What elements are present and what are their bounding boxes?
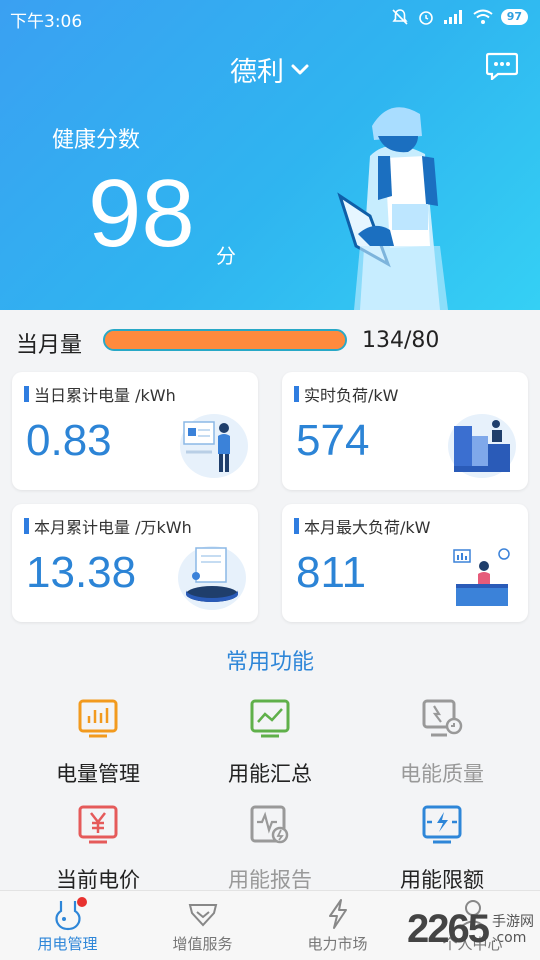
func-current-price[interactable]: 当前电价 xyxy=(8,804,188,894)
func-energy-report[interactable]: 用能报告 xyxy=(180,804,360,894)
status-icons: 97 xyxy=(391,8,528,26)
tab-power-market[interactable]: 电力市场 xyxy=(270,897,405,954)
desk-illustration xyxy=(453,548,510,606)
card-value: 574 xyxy=(296,416,370,465)
functions-title: 常用功能 xyxy=(225,650,314,675)
message-icon[interactable] xyxy=(486,52,518,80)
card-title: 当日累计电量 /kWh xyxy=(34,386,176,405)
card-title: 本月累计电量 /万kWh xyxy=(34,518,192,537)
hero-banner: 下午3:06 97 德利 健康分数 98 分 xyxy=(0,0,540,310)
monitor-icon xyxy=(422,699,463,737)
alarm-icon xyxy=(418,11,433,25)
card-title: 实时负荷/kW xyxy=(304,386,399,405)
health-score-value: 98 xyxy=(88,160,195,267)
presentation-illustration xyxy=(180,414,248,478)
tab-label: 增值服务 xyxy=(172,935,233,953)
mute-icon xyxy=(392,9,408,25)
worker-illustration xyxy=(337,107,448,310)
report-icon xyxy=(250,805,289,844)
lightning-icon xyxy=(328,899,347,929)
tab-electricity-management[interactable]: 用电管理 xyxy=(0,897,135,954)
yen-icon xyxy=(78,805,118,844)
month-usage-progress-fill xyxy=(105,331,345,349)
bolt-limit-icon xyxy=(422,805,462,844)
func-energy-summary[interactable]: 用能汇总 xyxy=(180,698,360,788)
card-value: 0.83 xyxy=(26,416,112,465)
func-label: 电能质量 xyxy=(400,762,484,786)
watermark-line2: .com xyxy=(492,929,527,946)
card-monthly-max-load[interactable]: 本月最大负荷/kW 811 xyxy=(282,504,528,622)
wifi-icon xyxy=(473,9,493,24)
diamond-icon xyxy=(188,904,217,927)
month-usage-label: 当月量 xyxy=(16,333,83,358)
month-usage-progress xyxy=(103,329,347,351)
card-monthly-energy[interactable]: 本月累计电量 /万kWh 13.38 xyxy=(12,504,258,622)
notification-dot xyxy=(76,897,87,907)
signal-icon xyxy=(443,10,462,24)
status-bar: 下午3:06 97 xyxy=(0,0,540,36)
health-score-unit: 分 xyxy=(216,244,236,268)
server-illustration xyxy=(448,414,516,478)
watermark-line1: 手游网 xyxy=(492,913,534,930)
func-label: 用能汇总 xyxy=(228,762,312,786)
health-score-label: 健康分数 xyxy=(52,128,141,153)
tab-label: 电力市场 xyxy=(307,935,368,953)
watermark: 2265 手游网 .com xyxy=(407,907,534,952)
func-energy-management[interactable]: 电量管理 xyxy=(8,698,188,788)
card-value: 13.38 xyxy=(26,548,137,597)
card-value: 811 xyxy=(296,548,367,597)
bar-chart-icon xyxy=(78,699,118,738)
card-title: 本月最大负荷/kW xyxy=(304,518,431,537)
card-realtime-load[interactable]: 实时负荷/kW 574 xyxy=(282,372,528,490)
watermark-number: 2265 xyxy=(407,907,490,951)
status-time: 下午3:06 xyxy=(10,12,83,32)
site-name: 德利 xyxy=(230,57,284,88)
pie-chart-illustration xyxy=(178,546,246,610)
tab-label: 用电管理 xyxy=(37,935,98,953)
month-usage-ratio: 134/80 xyxy=(362,328,440,353)
func-power-quality[interactable]: 电能质量 xyxy=(352,698,532,788)
battery-indicator: 97 xyxy=(500,9,528,25)
tab-value-added-services[interactable]: 增值服务 xyxy=(135,897,270,954)
chevron-down-icon xyxy=(291,64,309,74)
func-label: 电量管理 xyxy=(56,762,140,786)
site-selector-row: 德利 xyxy=(0,50,540,89)
line-chart-icon xyxy=(250,699,290,738)
func-energy-limit[interactable]: 用能限额 xyxy=(352,804,532,894)
card-daily-energy[interactable]: 当日累计电量 /kWh 0.83 xyxy=(12,372,258,490)
site-selector[interactable]: 德利 xyxy=(230,50,310,89)
